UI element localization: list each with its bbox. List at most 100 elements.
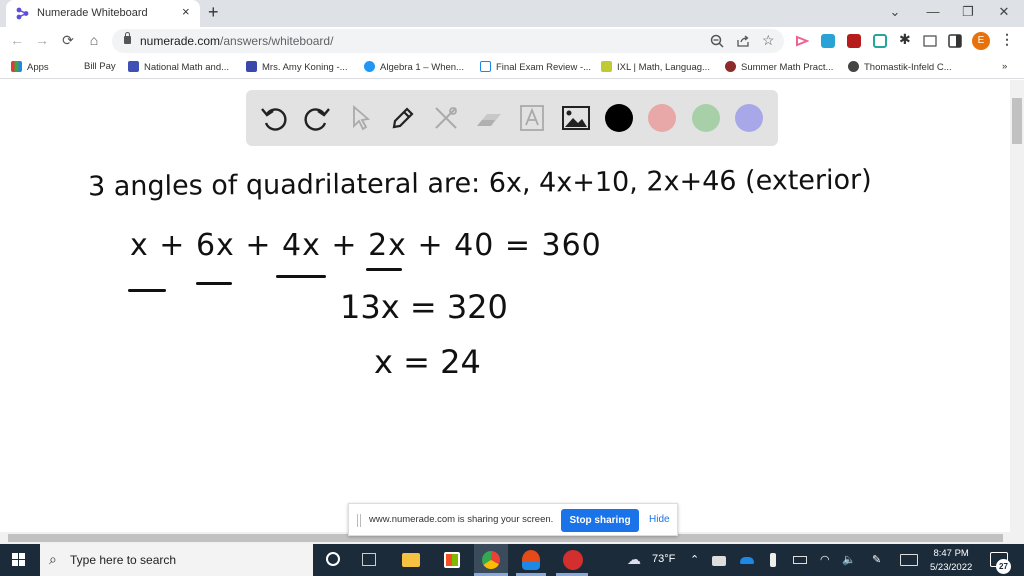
onedrive-icon[interactable] (740, 557, 754, 564)
weather-temperature[interactable]: 73°F (652, 553, 675, 565)
image-icon[interactable] (560, 102, 592, 134)
usb-device-icon[interactable] (770, 553, 776, 567)
tab-title: Numerade Whiteboard (37, 7, 148, 19)
vertical-scroll-thumb[interactable] (1012, 98, 1022, 144)
text-tool-icon[interactable] (516, 102, 548, 134)
address-bar[interactable]: numerade.com/answers/whiteboard/ ☆ (112, 29, 784, 53)
redo-icon[interactable] (301, 102, 333, 134)
battery-icon[interactable] (793, 556, 807, 564)
taskbar-search-box[interactable]: ⌕ Type here to search (40, 544, 313, 576)
notification-count-badge: 27 (996, 559, 1011, 574)
extension-blue-icon[interactable] (821, 34, 835, 48)
pen-workspace-icon[interactable]: ✎ (872, 553, 881, 566)
color-swatch-purple[interactable] (735, 104, 763, 132)
bookmarks-overflow-button[interactable]: » (1002, 61, 1007, 72)
profile-avatar[interactable]: E (972, 32, 990, 50)
bookmark-label: IXL | Math, Languag... (617, 62, 710, 73)
bookmark-apps[interactable]: Apps (11, 61, 49, 73)
wifi-icon[interactable]: ◠ (820, 553, 830, 566)
screen-share-notification: www.numerade.com is sharing your screen.… (348, 503, 678, 536)
share-icon[interactable] (736, 34, 750, 48)
bookmark-mrs-amy-koning[interactable]: Mrs. Amy Koning -... (246, 61, 348, 73)
microsoft-store-icon[interactable] (444, 552, 460, 568)
tab-close-icon[interactable]: × (182, 4, 190, 19)
chrome-icon (482, 551, 500, 569)
bookmark-ixl[interactable]: IXL | Math, Languag... (601, 61, 710, 73)
screen-recorder-icon[interactable] (563, 550, 583, 570)
national-math-icon (128, 61, 139, 72)
adobe-acrobat-icon[interactable] (847, 34, 861, 48)
show-hidden-icons-chevron[interactable]: ⌃ (690, 553, 699, 566)
tray-app-icon[interactable] (712, 556, 726, 566)
screencastify-extension-icon[interactable] (795, 34, 809, 48)
url-text: numerade.com/answers/whiteboard/ (140, 34, 333, 48)
taskbar-clock[interactable]: 8:47 PM 5/23/2022 (930, 547, 972, 575)
google-doc-icon (480, 61, 491, 72)
cast-icon[interactable] (923, 34, 937, 48)
bookmark-algebra-1[interactable]: Algebra 1 – When... (364, 61, 464, 73)
windows-taskbar: ⌕ Type here to search ☁ 73°F ⌃ ◠ 🔈 ✎ 8:4… (0, 544, 1024, 576)
bookmark-star-icon[interactable]: ☆ (762, 32, 775, 49)
url-domain: numerade.com (140, 34, 221, 48)
underline-mark (128, 289, 166, 292)
share-message: www.numerade.com is sharing your screen. (369, 514, 554, 525)
bookmark-label: Summer Math Pract... (741, 62, 834, 73)
forward-button[interactable]: → (33, 32, 51, 48)
tools-icon[interactable] (430, 102, 462, 134)
bookmark-label: National Math and... (144, 62, 230, 73)
file-explorer-icon[interactable] (402, 553, 420, 567)
color-swatch-black[interactable] (605, 104, 633, 132)
task-view-icon[interactable] (362, 553, 376, 566)
browser-toolbar: ← → ⟳ ⌂ numerade.com/answers/whiteboard/… (0, 27, 1024, 55)
browser-menu-icon[interactable]: ⋮ (1000, 31, 1014, 48)
underline-mark (366, 268, 402, 271)
side-panel-icon[interactable] (948, 34, 962, 48)
back-button[interactable]: ← (8, 32, 26, 48)
tab-numerade-whiteboard[interactable]: Numerade Whiteboard × (6, 0, 200, 27)
search-placeholder: Type here to search (70, 553, 177, 567)
bookmark-label: Algebra 1 – When... (380, 62, 464, 73)
url-path: /answers/whiteboard/ (220, 34, 334, 48)
vertical-scrollbar[interactable] (1010, 80, 1024, 532)
minimize-button[interactable]: — (923, 4, 943, 19)
color-swatch-green[interactable] (692, 104, 720, 132)
weather-cloud-icon[interactable]: ☁ (627, 551, 641, 568)
windows-start-icon[interactable] (12, 553, 26, 567)
cortana-icon[interactable] (326, 552, 340, 566)
ixl-icon (601, 61, 612, 72)
reload-button[interactable]: ⟳ (59, 32, 77, 49)
volume-icon[interactable]: 🔈 (842, 553, 856, 566)
bookmark-bill-pay[interactable]: Bill Pay (84, 61, 116, 72)
search-icon: ⌕ (49, 551, 57, 567)
bookmark-national-math[interactable]: National Math and... (128, 61, 229, 73)
pen-icon[interactable] (387, 102, 419, 134)
bookmark-thomastik-infeld[interactable]: Thomastik-Infeld C... (848, 61, 952, 73)
bookmark-label: Mrs. Amy Koning -... (262, 62, 348, 73)
snipping-tool-icon[interactable] (522, 550, 540, 570)
home-button[interactable]: ⌂ (85, 32, 103, 48)
zoom-out-icon[interactable] (710, 34, 724, 48)
undo-icon[interactable] (258, 102, 290, 134)
tab-search-icon[interactable]: ⌄ (885, 4, 905, 20)
lock-icon (124, 32, 131, 44)
extension-green-icon[interactable] (873, 34, 887, 48)
extensions-puzzle-icon[interactable]: ✱ (899, 31, 913, 47)
handwritten-line-simplified: 13x = 320 (340, 288, 508, 326)
stop-sharing-button[interactable]: Stop sharing (561, 509, 639, 532)
numerade-logo-icon (16, 7, 29, 20)
color-swatch-pink[interactable] (648, 104, 676, 132)
clock-time: 8:47 PM (933, 548, 969, 559)
bookmark-summer-math[interactable]: Summer Math Pract... (725, 61, 833, 73)
eraser-icon[interactable] (473, 102, 505, 134)
touch-keyboard-icon[interactable] (900, 554, 918, 566)
clock-date: 5/23/2022 (930, 562, 973, 573)
hide-button[interactable]: Hide (649, 514, 670, 525)
close-window-button[interactable]: ✕ (994, 4, 1014, 20)
select-cursor-icon[interactable] (345, 102, 377, 134)
new-tab-button[interactable]: + (208, 2, 219, 23)
drag-handle-icon[interactable] (357, 514, 361, 527)
restore-button[interactable]: ❐ (958, 4, 978, 20)
bookmark-final-exam-review[interactable]: Final Exam Review -... (480, 61, 591, 73)
google-sites-icon (246, 61, 257, 72)
underline-mark (196, 282, 232, 285)
